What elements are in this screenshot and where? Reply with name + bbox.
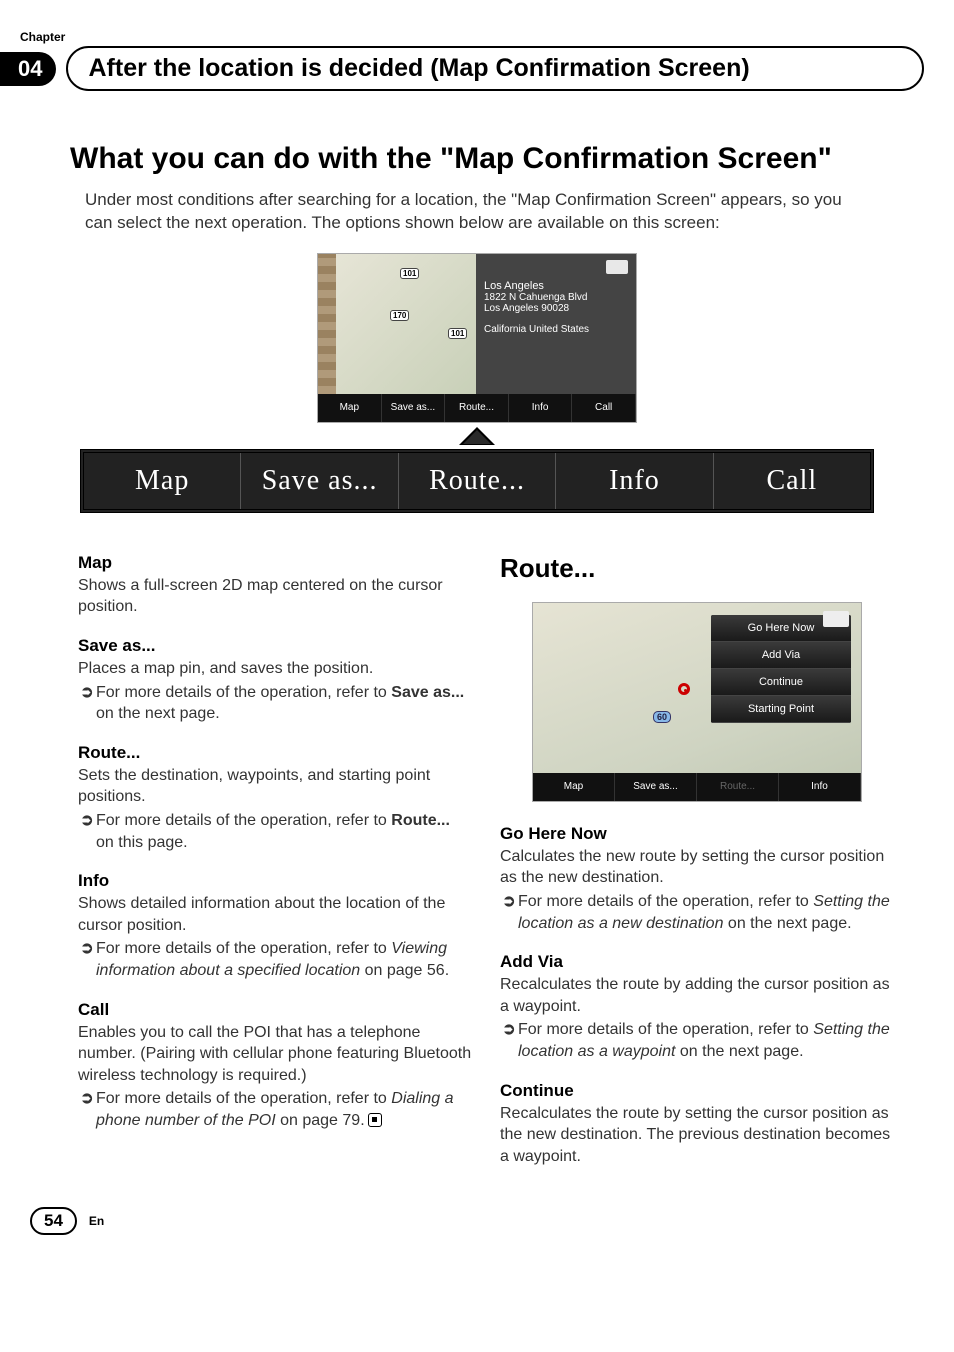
chapter-number-badge: 04	[0, 52, 56, 86]
ref-save-prefix: For more details of the operation, refer…	[96, 684, 391, 701]
info-citystate: Los Angeles 90028	[484, 303, 628, 314]
h-call: Call	[78, 1000, 472, 1020]
screenshot-info-panel: Los Angeles 1822 N Cahuenga Blvd Los Ang…	[476, 254, 636, 394]
ref-arrow-icon: ➲	[78, 1088, 96, 1110]
h-info: Info	[78, 871, 472, 891]
p-save-as: Places a map pin, and saves the position…	[78, 658, 472, 680]
ref-info-suffix: on page 56.	[360, 962, 449, 979]
p-map: Shows a full-screen 2D map centered on t…	[78, 575, 472, 618]
bar-call: Call	[714, 453, 870, 509]
ref-call-suffix: on page 79.	[276, 1112, 365, 1129]
h-route: Route...	[78, 743, 472, 763]
page-title: What you can do with the "Map Confirmati…	[70, 141, 884, 177]
p-add-via: Recalculates the route by adding the cur…	[500, 974, 894, 1017]
menu-continue: Continue	[711, 669, 851, 696]
chapter-label: Chapter	[20, 30, 954, 44]
ref-go-here-now: ➲ For more details of the operation, ref…	[500, 891, 894, 934]
ref-route-bold: Route...	[391, 812, 450, 829]
ref-route-prefix: For more details of the operation, refer…	[96, 812, 391, 829]
h-go-here-now: Go Here Now	[500, 824, 894, 844]
screenshot-btn-route: Route...	[445, 394, 509, 422]
ref-arrow-icon: ➲	[500, 891, 518, 913]
ref-add-via: ➲ For more details of the operation, ref…	[500, 1019, 894, 1062]
screenshot-btn-save: Save as...	[382, 394, 446, 422]
ref-route-suffix: on this page.	[96, 834, 188, 851]
back-icon	[606, 260, 628, 274]
map-confirmation-screenshot: 101 170 101 Los Angeles 1822 N Cahuenga …	[317, 253, 637, 423]
end-section-icon	[368, 1113, 382, 1127]
intro-text: Under most conditions after searching fo…	[85, 189, 869, 235]
right-column: Route... 60 Go Here Now Add Via Continue…	[500, 553, 894, 1168]
h-save-as: Save as...	[78, 636, 472, 656]
ref-go-suffix: on the next page.	[723, 915, 851, 932]
ref-call: ➲ For more details of the operation, ref…	[78, 1088, 472, 1131]
info-country: California United States	[484, 324, 628, 335]
content-columns: Map Shows a full-screen 2D map centered …	[78, 553, 894, 1168]
h-map: Map	[78, 553, 472, 573]
ref-arrow-icon: ➲	[500, 1019, 518, 1041]
screenshot-map-area	[318, 254, 478, 394]
screenshot-btn-map: Map	[318, 394, 382, 422]
p-info: Shows detailed information about the loc…	[78, 893, 472, 936]
screenshot-btn-call: Call	[572, 394, 636, 422]
ref-save-suffix: on the next page.	[96, 705, 220, 722]
ref-add-suffix: on the next page.	[675, 1043, 803, 1060]
header-row: 04 After the location is decided (Map Co…	[0, 46, 954, 91]
ref-route: ➲ For more details of the operation, ref…	[78, 810, 472, 853]
route-bbar-info: Info	[779, 773, 861, 801]
p-go-here-now: Calculates the new route by setting the …	[500, 846, 894, 889]
info-city: Los Angeles	[484, 280, 628, 292]
left-column: Map Shows a full-screen 2D map centered …	[78, 553, 472, 1168]
p-call: Enables you to call the POI that has a t…	[78, 1022, 472, 1087]
back-icon	[823, 611, 849, 627]
h-continue: Continue	[500, 1081, 894, 1101]
ref-add-prefix: For more details of the operation, refer…	[518, 1021, 813, 1038]
ref-arrow-icon: ➲	[78, 682, 96, 704]
map-pin-icon	[678, 683, 690, 695]
route-shield-101b: 101	[448, 328, 467, 339]
highway-shield-60: 60	[653, 711, 671, 723]
page-number: 54	[30, 1207, 77, 1235]
ref-save-as: ➲ For more details of the operation, ref…	[78, 682, 472, 725]
route-heading: Route...	[500, 553, 894, 584]
bar-info: Info	[556, 453, 713, 509]
bar-save-as: Save as...	[241, 453, 398, 509]
page-footer: 54 En	[30, 1207, 954, 1235]
menu-add-via: Add Via	[711, 642, 851, 669]
route-bbar-map: Map	[533, 773, 615, 801]
h-add-via: Add Via	[500, 952, 894, 972]
p-route: Sets the destination, waypoints, and sta…	[78, 765, 472, 808]
ref-info-prefix: For more details of the operation, refer…	[96, 940, 391, 957]
menu-starting-point: Starting Point	[711, 696, 851, 723]
header-title: After the location is decided (Map Confi…	[66, 46, 924, 91]
route-bbar-route: Route...	[697, 773, 779, 801]
top-screenshot-wrap: 101 170 101 Los Angeles 1822 N Cahuenga …	[0, 253, 954, 423]
ref-call-prefix: For more details of the operation, refer…	[96, 1090, 391, 1107]
screenshot-bottom-bar: Map Save as... Route... Info Call	[318, 394, 636, 422]
button-bar-callout: Map Save as... Route... Info Call	[80, 449, 874, 513]
screenshot-btn-info: Info	[509, 394, 573, 422]
language-label: En	[89, 1214, 104, 1228]
ref-save-bold: Save as...	[391, 684, 464, 701]
info-address: 1822 N Cahuenga Blvd	[484, 292, 628, 303]
route-shield-170: 170	[390, 310, 409, 321]
route-bbar-save: Save as...	[615, 773, 697, 801]
ref-info: ➲ For more details of the operation, ref…	[78, 938, 472, 981]
screenshot-brick-edge	[318, 254, 336, 394]
bar-map: Map	[84, 453, 241, 509]
ref-arrow-icon: ➲	[78, 938, 96, 960]
p-continue: Recalculates the route by setting the cu…	[500, 1103, 894, 1168]
ref-go-prefix: For more details of the operation, refer…	[518, 893, 813, 910]
route-shield-101a: 101	[400, 268, 419, 279]
route-bottom-bar: Map Save as... Route... Info	[533, 773, 861, 801]
ref-arrow-icon: ➲	[78, 810, 96, 832]
bar-route: Route...	[399, 453, 556, 509]
route-popup-menu: Go Here Now Add Via Continue Starting Po…	[711, 615, 851, 723]
route-menu-screenshot: 60 Go Here Now Add Via Continue Starting…	[532, 602, 862, 802]
callout-pointer	[0, 427, 954, 445]
